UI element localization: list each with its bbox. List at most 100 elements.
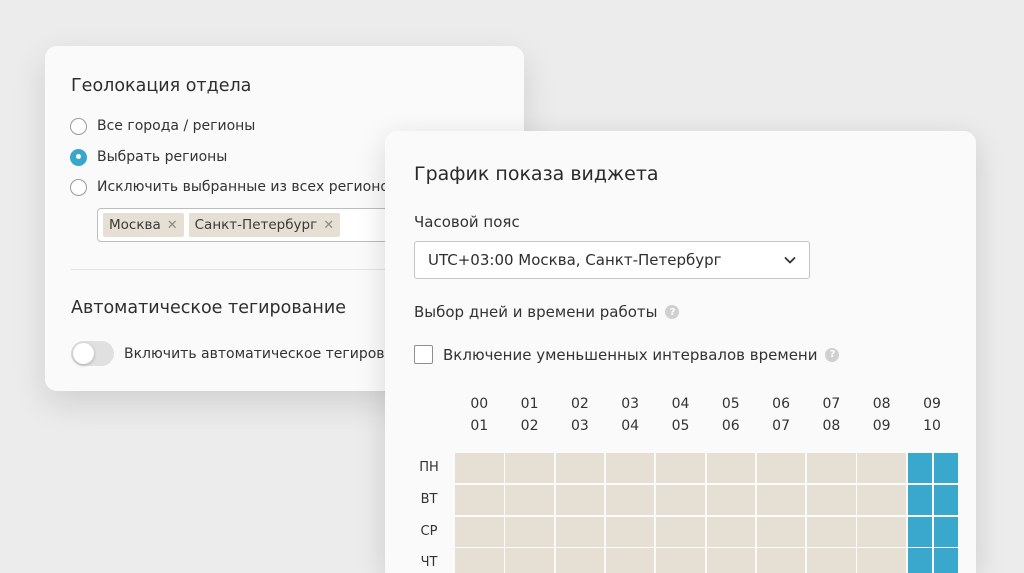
schedule-cell[interactable] — [807, 548, 856, 573]
schedule-cell[interactable] — [857, 484, 906, 515]
hour-from: 00 — [470, 396, 489, 412]
auto-tagging-title: Автоматическое тегирование — [71, 298, 346, 318]
schedule-cell[interactable] — [933, 516, 959, 547]
auto-tagging-toggle-label: Включить автоматическое тегирование — [124, 345, 421, 362]
schedule-cell[interactable] — [605, 453, 655, 484]
schedule-cell[interactable] — [505, 516, 554, 547]
hour-header[interactable]: 09 10 — [912, 393, 952, 437]
hour-to: 03 — [570, 418, 589, 434]
schedule-cell[interactable] — [455, 548, 504, 573]
close-icon[interactable]: ✕ — [167, 218, 178, 233]
close-icon[interactable]: ✕ — [323, 218, 334, 233]
schedule-cell[interactable] — [455, 453, 504, 484]
radio-label: Выбрать регионы — [97, 149, 228, 165]
hour-header[interactable]: 03 04 — [610, 393, 650, 437]
schedule-cell[interactable] — [807, 453, 856, 484]
auto-tagging-toggle[interactable] — [71, 341, 114, 366]
schedule-cell[interactable] — [907, 484, 933, 515]
hour-header[interactable]: 04 05 — [661, 393, 701, 437]
radio-select-regions[interactable]: Выбрать регионы — [70, 147, 227, 167]
schedule-cell[interactable] — [756, 453, 806, 484]
schedule-cell[interactable] — [933, 548, 959, 573]
hour-to: 04 — [621, 418, 640, 434]
schedule-cell[interactable] — [555, 453, 605, 484]
hour-header[interactable]: 07 08 — [811, 393, 851, 437]
schedule-cell[interactable] — [933, 484, 959, 515]
radio-label: Исключить выбранные из всех регионов — [97, 179, 398, 195]
tag-label: Санкт-Петербург — [194, 217, 318, 233]
hour-from: 04 — [671, 396, 690, 412]
radio-label: Все города / регионы — [97, 118, 256, 134]
days-time-label: Выбор дней и времени работы ? — [414, 303, 680, 321]
radio-button[interactable] — [70, 148, 87, 166]
schedule-cell[interactable] — [907, 516, 933, 547]
hour-from: 08 — [872, 396, 891, 412]
chevron-down-icon — [784, 257, 796, 264]
schedule-cell[interactable] — [656, 453, 705, 484]
schedule-title: График показа виджета — [414, 163, 659, 185]
day-label[interactable]: СР — [411, 524, 447, 539]
tag-label: Москва — [109, 217, 161, 233]
schedule-cell[interactable] — [857, 548, 906, 573]
hour-to: 08 — [822, 418, 841, 434]
schedule-cell[interactable] — [706, 548, 756, 573]
reduced-intervals-row[interactable]: Включение уменьшенных интервалов времени… — [414, 345, 840, 364]
timezone-select[interactable]: UTC+03:00 Москва, Санкт-Петербург — [414, 241, 810, 279]
radio-all-cities[interactable]: Все города / регионы — [70, 116, 255, 136]
schedule-cell[interactable] — [807, 484, 856, 515]
hour-header[interactable]: 08 09 — [862, 393, 902, 437]
schedule-cell[interactable] — [656, 516, 705, 547]
reduced-intervals-label: Включение уменьшенных интервалов времени — [443, 345, 818, 364]
day-label[interactable]: ВТ — [411, 492, 447, 507]
schedule-cell[interactable] — [857, 516, 906, 547]
schedule-cell[interactable] — [455, 484, 504, 515]
schedule-cell[interactable] — [807, 516, 856, 547]
schedule-cell[interactable] — [505, 484, 554, 515]
hour-from: 03 — [621, 396, 640, 412]
schedule-cell[interactable] — [756, 548, 806, 573]
schedule-cell[interactable] — [555, 516, 605, 547]
schedule-cell[interactable] — [605, 548, 655, 573]
schedule-cell[interactable] — [656, 484, 705, 515]
schedule-cell[interactable] — [605, 484, 655, 515]
question-icon[interactable]: ? — [825, 347, 840, 362]
schedule-cell[interactable] — [857, 453, 906, 484]
schedule-cell[interactable] — [605, 516, 655, 547]
schedule-cell[interactable] — [706, 484, 756, 515]
schedule-cell[interactable] — [756, 484, 806, 515]
hour-header[interactable]: 05 06 — [711, 393, 751, 437]
schedule-cell[interactable] — [933, 453, 959, 484]
hour-from: 06 — [772, 396, 790, 412]
hour-to: 01 — [470, 418, 489, 434]
schedule-cell[interactable] — [555, 548, 605, 573]
hour-from: 05 — [721, 396, 740, 412]
auto-tagging-toggle-row[interactable]: Включить автоматическое тегирование — [71, 341, 420, 366]
schedule-cell[interactable] — [706, 453, 756, 484]
hour-header[interactable]: 01 02 — [510, 393, 550, 437]
hour-to: 02 — [520, 418, 539, 434]
hour-to: 10 — [923, 418, 941, 434]
question-icon[interactable]: ? — [665, 305, 680, 319]
schedule-cell[interactable] — [555, 484, 605, 515]
radio-button[interactable] — [70, 117, 87, 135]
day-label[interactable]: ПН — [411, 460, 447, 475]
radio-exclude-regions[interactable]: Исключить выбранные из всех регионов — [70, 177, 397, 197]
schedule-cell[interactable] — [907, 548, 933, 573]
hour-to: 06 — [721, 418, 740, 434]
reduced-intervals-checkbox[interactable] — [414, 345, 433, 364]
radio-button[interactable] — [70, 178, 87, 196]
schedule-cell[interactable] — [505, 548, 554, 573]
schedule-cell[interactable] — [505, 453, 554, 484]
hour-header[interactable]: 00 01 — [459, 393, 499, 437]
schedule-cell[interactable] — [656, 548, 705, 573]
hour-header[interactable]: 06 07 — [761, 393, 801, 437]
tag-moscow: Москва ✕ — [103, 213, 184, 237]
hour-from: 01 — [520, 396, 539, 412]
schedule-cell[interactable] — [455, 516, 504, 547]
hour-header[interactable]: 02 03 — [560, 393, 600, 437]
hour-to: 05 — [671, 418, 690, 434]
schedule-cell[interactable] — [706, 516, 756, 547]
schedule-cell[interactable] — [907, 453, 933, 484]
schedule-cell[interactable] — [756, 516, 806, 547]
day-label[interactable]: ЧТ — [411, 555, 447, 570]
